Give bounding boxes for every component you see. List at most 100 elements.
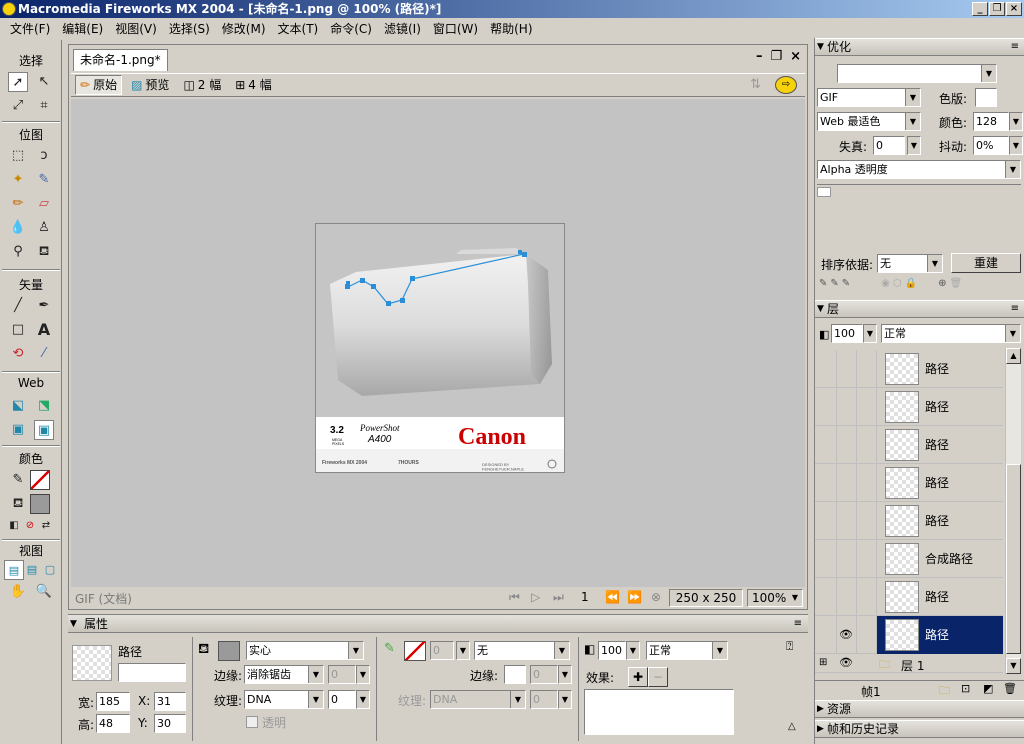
transparent-color-icon[interactable]: ✎ — [830, 278, 838, 289]
pen-tool-icon[interactable]: ✒ — [34, 296, 54, 316]
delete-layer-icon[interactable]: 🗑 — [1003, 682, 1017, 695]
eye-icon[interactable]: 👁 — [839, 628, 853, 641]
menu-commands[interactable]: 命令(C) — [324, 20, 378, 37]
stroke-swatch[interactable] — [30, 470, 50, 490]
stroke-edge-stepper[interactable]: ▼ — [558, 665, 572, 684]
delete-color-icon[interactable]: 🗑 — [949, 278, 962, 289]
full-screen-icon[interactable]: ▢ — [40, 560, 60, 580]
new-sublayer-icon[interactable]: 🗀 — [939, 682, 950, 701]
add-effect-button[interactable]: ✚ — [628, 667, 648, 687]
stroke-texture-select[interactable]: DNA ▼ — [430, 690, 526, 709]
edge-feather-field[interactable]: 0 — [328, 665, 356, 684]
tab-4-up[interactable]: ⊞ 4 幅 — [230, 75, 277, 95]
menu-view[interactable]: 视图(V) — [109, 20, 163, 37]
layer-row[interactable]: 路径 — [815, 426, 1003, 464]
transparency-select[interactable]: Alpha 透明度 ▼ — [817, 160, 1021, 179]
opacity-stepper[interactable]: ▼ — [626, 641, 640, 660]
loss-field[interactable]: 0 — [873, 136, 905, 155]
help-icon[interactable]: ⍰ — [786, 639, 793, 654]
dither-field[interactable]: 0% — [973, 136, 1009, 155]
menu-select[interactable]: 选择(S) — [163, 20, 216, 37]
magic-wand-icon[interactable]: ✦ — [8, 170, 28, 190]
next-frame-icon[interactable]: ⏩ — [627, 590, 642, 604]
restore-button[interactable]: ❐ — [989, 2, 1005, 16]
full-screen-menu-icon[interactable]: ▤ — [22, 560, 42, 580]
lasso-tool-icon[interactable]: ↄ — [34, 146, 54, 166]
layer-row[interactable]: 路径 — [815, 502, 1003, 540]
document-tab[interactable]: 未命名-1.png* — [73, 49, 168, 71]
fill-type-select[interactable]: 实心 ▼ — [246, 641, 364, 660]
artboard[interactable]: 3.2 MEGA PIXELS PowerShot A400 Canon Fire… — [315, 223, 565, 473]
doc-close-icon[interactable]: × — [790, 49, 801, 64]
zoom-select[interactable]: 100% ▼ — [747, 589, 803, 607]
blend-mode-select[interactable]: 正常 ▼ — [646, 641, 728, 660]
minimize-button[interactable]: _ — [972, 2, 988, 16]
panel-menu-icon[interactable]: ≡ — [794, 615, 802, 633]
colors-stepper[interactable]: ▼ — [1009, 112, 1023, 131]
panel-menu-icon[interactable]: ≡ — [1011, 301, 1019, 317]
menu-modify[interactable]: 修改(M) — [216, 20, 272, 37]
colors-field[interactable]: 128 — [973, 112, 1009, 131]
collapse-properties-icon[interactable]: △ — [788, 721, 796, 732]
last-frame-icon[interactable]: ⏭ — [553, 590, 564, 605]
palette-select[interactable]: Web 最适色 ▼ — [817, 112, 921, 131]
menu-filters[interactable]: 滤镜(I) — [378, 20, 427, 37]
layer-row[interactable]: 路径 — [815, 388, 1003, 426]
menu-window[interactable]: 窗口(W) — [427, 20, 484, 37]
brush-tool-icon[interactable]: ✎ — [34, 170, 54, 190]
color-table-swatch[interactable] — [817, 187, 831, 197]
layer-row[interactable]: 路径 — [815, 464, 1003, 502]
standard-screen-icon[interactable]: ▤ — [4, 560, 24, 580]
eyedropper-icon[interactable]: ⚲ — [8, 242, 28, 262]
export-format-select[interactable]: GIF ▼ — [817, 88, 921, 107]
frames-history-header[interactable]: ▶ 帧和历史记录 — [815, 720, 1024, 738]
set-transparent-icon[interactable]: ✎ — [842, 278, 850, 289]
loss-stepper[interactable]: ▼ — [907, 136, 921, 155]
x-field[interactable]: 31 — [154, 692, 186, 711]
fill-color-swatch[interactable] — [218, 641, 240, 661]
optimize-preset-select[interactable]: ▼ — [837, 64, 997, 83]
texture-amount-field[interactable]: 0 — [328, 690, 356, 709]
doc-restore-icon[interactable]: ❐ — [770, 49, 782, 64]
layers-scrollbar[interactable]: ▲ ▼ — [1005, 348, 1021, 674]
object-name-field[interactable] — [118, 663, 186, 682]
opacity-field[interactable]: 100 — [598, 641, 626, 660]
layer-row[interactable]: 合成路径 — [815, 540, 1003, 578]
layer-row[interactable]: 路径 — [815, 578, 1003, 616]
dither-stepper[interactable]: ▼ — [1009, 136, 1023, 155]
hotspot-tool-icon[interactable]: ⬕ — [8, 396, 28, 416]
tab-preview[interactable]: ▨ 预览 — [126, 75, 174, 95]
scroll-thumb[interactable] — [1006, 464, 1021, 654]
layer-blend-select[interactable]: 正常 ▼ — [881, 324, 1021, 343]
layer-row[interactable]: 路径 — [815, 350, 1003, 388]
eraser-tool-icon[interactable]: ▱ — [34, 194, 54, 214]
tab-2-up[interactable]: ◫ 2 幅 — [178, 75, 226, 95]
line-tool-icon[interactable]: ╱ — [8, 296, 28, 316]
texture-amount-stepper[interactable]: ▼ — [356, 690, 370, 709]
stroke-edge-field[interactable]: 0 — [530, 665, 558, 684]
pencil-tool-icon[interactable]: ✏ — [8, 194, 28, 214]
stroke-size-field[interactable]: 0 — [430, 641, 454, 660]
mask-icon[interactable]: ◩ — [983, 682, 993, 695]
width-field[interactable]: 185 — [96, 692, 130, 711]
frame-label[interactable]: 帧1 — [861, 683, 881, 700]
doc-minimize-icon[interactable]: – — [756, 49, 763, 64]
scroll-down-icon[interactable]: ▼ — [1006, 658, 1021, 674]
play-icon[interactable]: ▷ — [531, 590, 540, 604]
transparent-checkbox[interactable] — [246, 716, 258, 728]
knife-tool-icon[interactable]: ⁄ — [34, 344, 54, 364]
panel-menu-icon[interactable]: ≡ — [1011, 39, 1019, 55]
expand-plus-icon[interactable]: ⊞ — [819, 657, 827, 668]
stroke-size-stepper[interactable]: ▼ — [456, 641, 470, 660]
sort-select[interactable]: 无 ▼ — [877, 254, 943, 273]
scale-tool-icon[interactable]: ⤢ — [8, 96, 28, 116]
y-field[interactable]: 30 — [154, 714, 186, 733]
quick-export-icon[interactable]: ⇅ — [750, 77, 761, 92]
lock-icon[interactable]: 🔒 — [905, 278, 917, 289]
first-frame-icon[interactable]: ⏮ — [509, 590, 520, 605]
stroke-type-select[interactable]: 无 ▼ — [474, 641, 570, 660]
stroke-texture-stepper[interactable]: ▼ — [558, 690, 572, 709]
edge-select[interactable]: 消除锯齿 ▼ — [244, 665, 324, 684]
slice-tool-icon[interactable]: ⬔ — [34, 396, 54, 416]
hand-tool-icon[interactable]: ✋ — [8, 582, 28, 602]
